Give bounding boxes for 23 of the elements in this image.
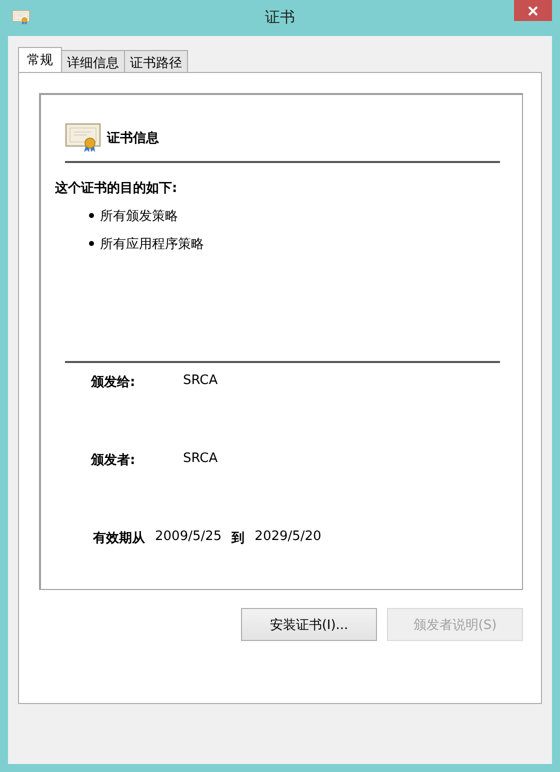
field-label: 到 (232, 530, 245, 547)
field-label: 颁发给: (91, 374, 136, 392)
field-value: SRCA (183, 373, 218, 390)
button[interactable]: 安装证书(I)... (241, 608, 377, 641)
tab[interactable]: 详细信息 (61, 50, 125, 72)
field-label: 有效期从 (93, 530, 145, 547)
purpose-heading: 这个证书的目的如下: (55, 180, 178, 197)
certificate-icon (12, 10, 30, 25)
close-button[interactable] (514, 0, 552, 21)
tab[interactable]: 常规 (18, 47, 62, 72)
purpose-item: 所有应用程序策略 (100, 236, 204, 253)
field-label: 颁发者: (91, 452, 136, 470)
window-title: 证书 (265, 8, 295, 27)
close-icon (528, 6, 538, 16)
date-value: 2009/5/25 (155, 529, 222, 546)
field-value: SRCA (183, 451, 218, 468)
section-title: 证书信息 (107, 130, 159, 147)
tab[interactable]: 证书路径 (124, 50, 188, 72)
date-value: 2029/5/20 (254, 529, 322, 546)
purpose-item: 所有颁发策略 (100, 208, 178, 225)
certificate-icon (65, 123, 101, 153)
bullet-icon (89, 241, 94, 246)
bullet-icon (89, 213, 94, 218)
